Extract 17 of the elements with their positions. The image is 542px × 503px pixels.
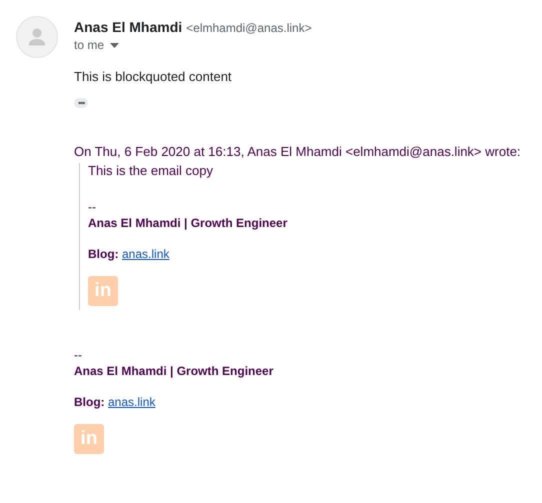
blog-label: Blog: xyxy=(74,395,105,409)
blog-link[interactable]: anas.link xyxy=(122,247,170,261)
caret-icon xyxy=(110,42,120,48)
signature-name: Anas El Mhamdi | Growth Engineer xyxy=(88,216,288,230)
quote-attribution: On Thu, 6 Feb 2020 at 16:13, Anas El Mhamdi <elmhamdi@anas.link> wrote: xyxy=(74,144,521,159)
sender-name: Anas El Mhamdi xyxy=(74,19,182,35)
recipient-dropdown[interactable]: to me xyxy=(74,38,521,52)
avatar-icon xyxy=(16,16,58,58)
signature-dashes: -- xyxy=(88,200,96,214)
message-body: This is blockquoted content xyxy=(74,69,233,84)
quoted-text: This is the email copy xyxy=(88,163,214,178)
blog-label: Blog: xyxy=(88,247,119,261)
sender-email: <elmhamdi@anas.link> xyxy=(186,21,312,35)
show-trimmed-button[interactable]: ••• xyxy=(74,98,88,108)
blog-link[interactable]: anas.link xyxy=(108,395,156,409)
signature-dashes: -- xyxy=(74,348,82,362)
signature-name: Anas El Mhamdi | Growth Engineer xyxy=(74,364,274,378)
